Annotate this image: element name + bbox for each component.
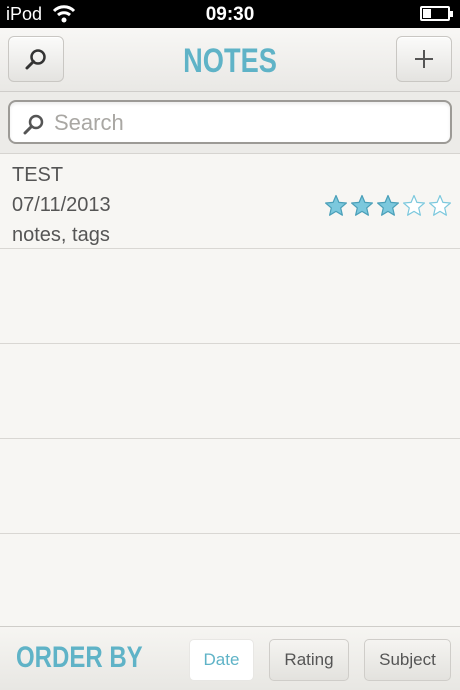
note-title: TEST xyxy=(12,164,64,186)
order-by-label: ORDER BY xyxy=(16,641,143,674)
search-bar xyxy=(0,92,460,154)
star-filled-icon xyxy=(377,194,399,216)
note-date: 07/11/2013 xyxy=(12,194,111,216)
search-icon xyxy=(23,114,44,135)
list-item[interactable]: TEST 07/11/2013 notes, tags xyxy=(0,154,460,249)
star-filled-icon xyxy=(351,194,373,216)
note-tags: notes, tags xyxy=(12,224,110,246)
search-field[interactable] xyxy=(8,100,452,144)
note-list: TEST 07/11/2013 notes, tags xyxy=(0,154,460,629)
plus-icon xyxy=(415,50,433,68)
list-item-empty xyxy=(0,344,460,439)
list-item-empty xyxy=(0,439,460,534)
search-input[interactable] xyxy=(54,108,434,138)
search-icon xyxy=(25,49,46,70)
add-note-button[interactable] xyxy=(396,36,452,82)
star-empty-icon xyxy=(429,194,451,216)
sort-subject-button[interactable]: Subject xyxy=(364,639,451,681)
star-empty-icon xyxy=(403,194,425,216)
status-time: 09:30 xyxy=(205,4,255,25)
sort-rating-button[interactable]: Rating xyxy=(269,639,349,681)
list-item-empty xyxy=(0,534,460,629)
list-item-empty xyxy=(0,249,460,344)
nav-bar: NOTES xyxy=(0,28,460,92)
page-title: NOTES xyxy=(183,42,277,80)
star-filled-icon xyxy=(325,194,347,216)
sort-date-button[interactable]: Date xyxy=(189,639,254,681)
status-bar: iPod 09:30 xyxy=(0,0,460,28)
rating-stars xyxy=(324,194,452,218)
order-bar: ORDER BY Date Rating Subject xyxy=(0,626,460,690)
battery-icon xyxy=(420,6,453,21)
